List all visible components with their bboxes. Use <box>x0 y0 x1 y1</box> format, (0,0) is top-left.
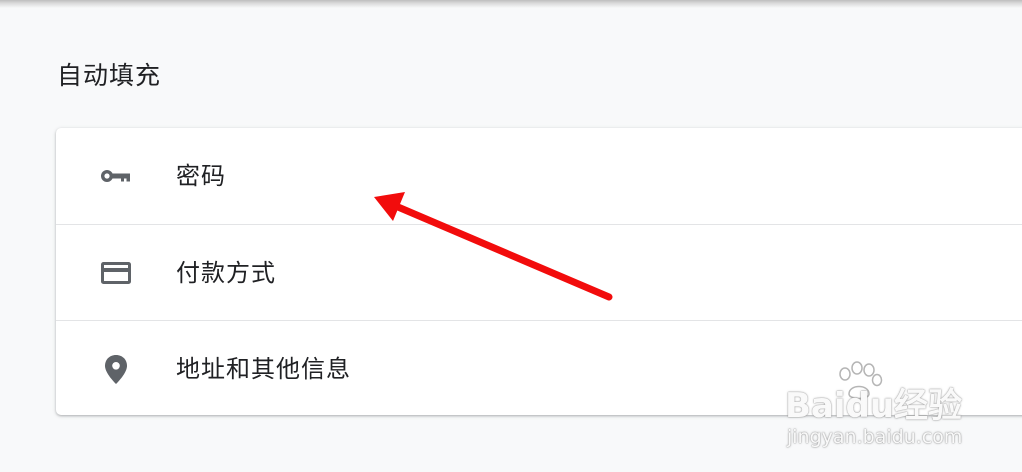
credit-card-icon <box>98 255 134 291</box>
autofill-item-label: 密码 <box>176 162 226 190</box>
autofill-item-passwords[interactable]: 密码 <box>56 128 1022 224</box>
watermark-url: jingyan.baidu.com <box>787 426 963 448</box>
key-icon <box>98 158 134 194</box>
autofill-item-label: 付款方式 <box>176 259 276 287</box>
autofill-card: 密码 付款方式 地址和其他信息 <box>56 128 1022 415</box>
autofill-item-payment-methods[interactable]: 付款方式 <box>56 225 1022 321</box>
section-title-autofill: 自动填充 <box>57 61 162 90</box>
top-shadow <box>0 0 1022 8</box>
autofill-item-addresses[interactable]: 地址和其他信息 <box>56 321 1022 415</box>
location-pin-icon <box>98 351 134 387</box>
autofill-item-label: 地址和其他信息 <box>176 355 351 383</box>
